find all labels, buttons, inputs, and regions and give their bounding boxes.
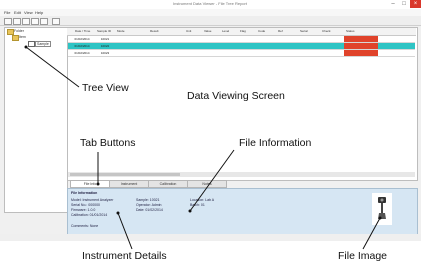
callout-tree-view: Tree View: [82, 82, 129, 94]
callout-data-viewing-screen: Data Viewing Screen: [187, 90, 285, 102]
callout-file-image: File Image: [338, 250, 388, 262]
callout-lines: [24, 45, 382, 250]
callout-file-information: File Information: [239, 137, 312, 149]
callout-tab-buttons: Tab Buttons: [80, 137, 136, 149]
callout-instrument-details: Instrument Details: [82, 250, 167, 262]
